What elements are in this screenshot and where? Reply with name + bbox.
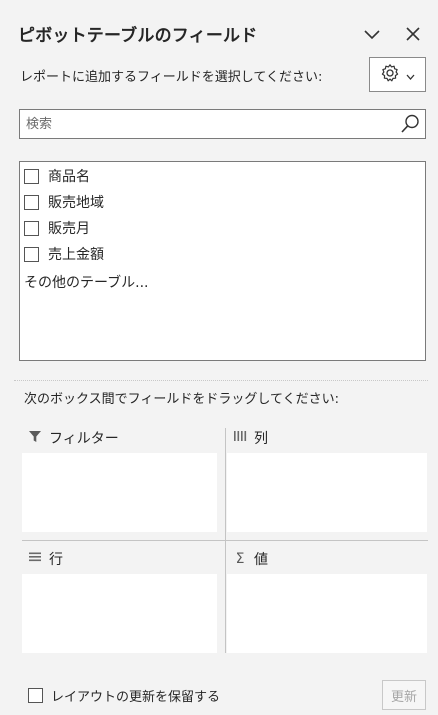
gear-icon <box>380 63 400 87</box>
values-area-header: Σ 値 <box>233 549 268 569</box>
filter-area-header: フィルター <box>28 428 119 448</box>
field-search-box[interactable] <box>19 109 426 139</box>
field-item-sales-month[interactable]: 販売月 <box>24 217 90 239</box>
rows-area-header: 行 <box>28 549 63 569</box>
field-list: 商品名 販売地域 販売月 売上金額 その他のテーブル... <box>19 161 426 361</box>
close-icon[interactable] <box>401 22 425 46</box>
defer-layout-update-checkbox[interactable] <box>28 687 43 703</box>
defer-layout-update-option[interactable]: レイアウトの更新を保留する <box>28 685 220 705</box>
columns-area-label: 列 <box>254 431 268 447</box>
columns-icon <box>233 430 247 446</box>
values-drop-area[interactable] <box>227 574 427 653</box>
field-checkbox[interactable] <box>24 168 39 184</box>
rows-area-label: 行 <box>49 552 63 568</box>
columns-drop-area[interactable] <box>227 453 427 532</box>
defer-layout-update-label: レイアウトの更新を保留する <box>51 689 221 705</box>
columns-area-header: 列 <box>233 428 268 448</box>
filter-icon <box>28 430 42 447</box>
field-item-sales-region[interactable]: 販売地域 <box>24 191 104 213</box>
field-label: 販売月 <box>48 221 90 237</box>
filter-drop-area[interactable] <box>22 453 217 532</box>
field-list-instruction: レポートに追加するフィールドを選択してください: <box>20 70 323 85</box>
areas-instruction: 次のボックス間でフィールドをドラッグしてください: <box>24 392 339 407</box>
chevron-down-icon[interactable] <box>360 22 384 46</box>
section-divider <box>14 380 428 381</box>
field-label: 商品名 <box>48 169 90 185</box>
filter-area-label: フィルター <box>49 431 119 447</box>
update-button[interactable]: 更新 <box>382 680 426 710</box>
field-item-product-name[interactable]: 商品名 <box>24 165 90 187</box>
search-input[interactable] <box>26 113 396 135</box>
field-label: 販売地域 <box>48 195 104 211</box>
rows-drop-area[interactable] <box>22 574 217 653</box>
sigma-icon: Σ <box>235 551 245 567</box>
pane-title: ピボットテーブルのフィールド <box>18 26 258 46</box>
field-item-sales-amount[interactable]: 売上金額 <box>24 243 104 265</box>
values-area-label: 値 <box>254 552 268 568</box>
pivot-field-list-pane: ピボットテーブルのフィールド レポートに追加するフィールドを選択してください: <box>0 0 438 715</box>
field-label: 売上金額 <box>48 247 104 263</box>
more-tables-link[interactable]: その他のテーブル... <box>24 272 149 292</box>
dropdown-arrow-icon <box>406 65 415 84</box>
field-checkbox[interactable] <box>24 246 39 262</box>
rows-icon <box>28 551 42 567</box>
field-checkbox[interactable] <box>24 194 39 210</box>
search-icon[interactable] <box>399 113 421 135</box>
area-horizontal-separator <box>22 540 428 541</box>
tools-settings-button[interactable] <box>369 57 426 92</box>
field-checkbox[interactable] <box>24 220 39 236</box>
